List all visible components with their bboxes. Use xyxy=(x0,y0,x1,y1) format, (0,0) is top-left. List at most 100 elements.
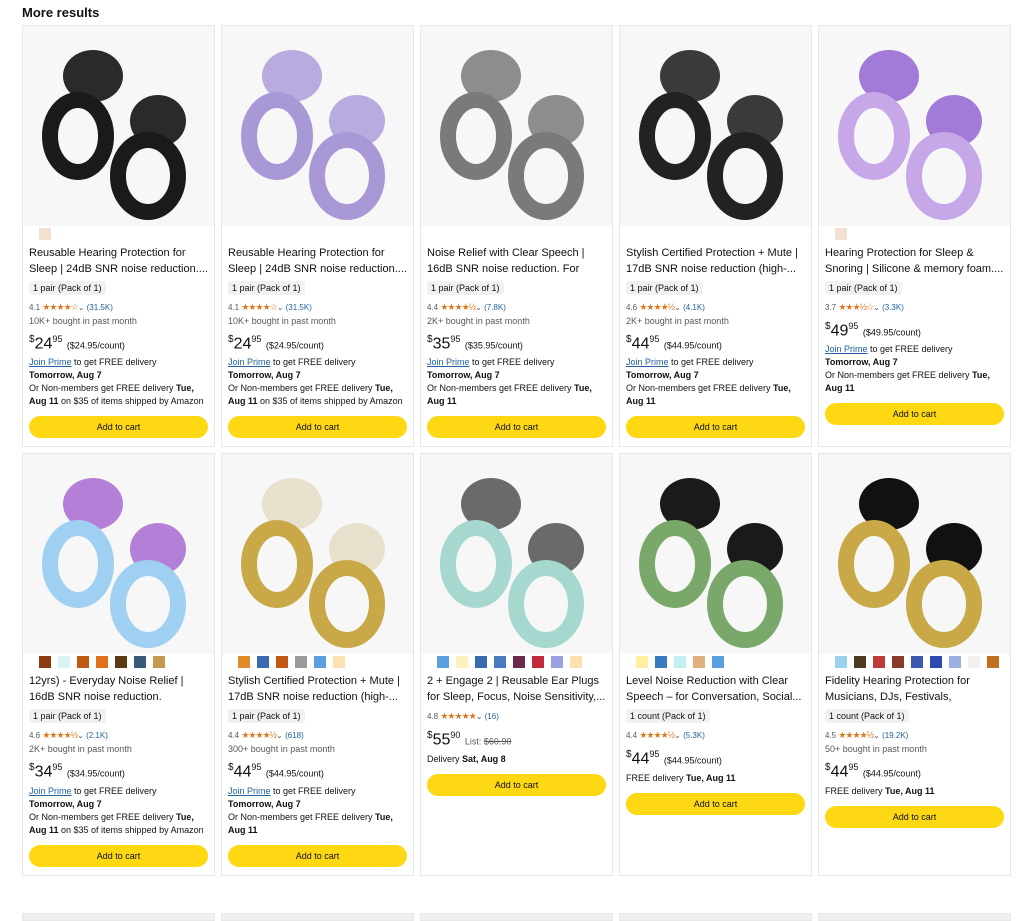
product-card[interactable]: 12yrs) - Everyday Noise Relief | 16dB SN… xyxy=(22,453,215,876)
color-swatch[interactable] xyxy=(115,656,127,669)
product-title[interactable]: Noise Relief with Clear Speech | 16dB SN… xyxy=(427,245,606,277)
color-swatch[interactable] xyxy=(238,656,250,669)
chevron-down-icon[interactable]: ⌄ xyxy=(77,731,84,740)
join-prime-link[interactable]: Join Prime xyxy=(228,786,271,796)
product-card[interactable]: 2 + Engage 2 | Reusable Ear Plugs for Sl… xyxy=(420,453,613,876)
color-swatch[interactable] xyxy=(494,656,506,669)
add-to-cart-button[interactable]: Add to cart xyxy=(29,844,208,867)
chevron-down-icon[interactable]: ⌄ xyxy=(475,303,482,312)
review-count-link[interactable]: (16) xyxy=(485,712,499,721)
product-image[interactable] xyxy=(222,26,413,226)
chevron-down-icon[interactable]: ⌄ xyxy=(78,303,85,312)
review-count-link[interactable]: (5.3K) xyxy=(683,731,705,740)
rating[interactable]: 4.4 ★★★★½⌄ (618) xyxy=(228,730,407,741)
color-swatch[interactable] xyxy=(58,656,70,669)
review-count-link[interactable]: (2.1K) xyxy=(86,731,108,740)
add-to-cart-button[interactable]: Add to cart xyxy=(29,416,208,439)
product-card[interactable]: Hearing Protection for Sleep & Snoring |… xyxy=(818,25,1011,448)
chevron-down-icon[interactable]: ⌄ xyxy=(873,303,880,312)
color-swatch[interactable] xyxy=(475,656,487,669)
product-card[interactable]: Level Noise Reduction with Clear Speech … xyxy=(619,453,812,876)
join-prime-link[interactable]: Join Prime xyxy=(228,357,271,367)
product-card[interactable]: Reusable Hearing Protection for Sleep | … xyxy=(221,25,414,448)
product-card[interactable]: Fidelity Hearing Protection for Musician… xyxy=(818,453,1011,876)
color-swatch[interactable] xyxy=(39,228,51,240)
add-to-cart-button[interactable]: Add to cart xyxy=(228,416,407,439)
rating[interactable]: 4.6 ★★★★½⌄ (2.1K) xyxy=(29,730,208,741)
color-swatch[interactable] xyxy=(551,656,563,669)
review-count-link[interactable]: (31.5K) xyxy=(286,303,312,312)
color-swatch[interactable] xyxy=(513,656,525,669)
review-count-link[interactable]: (31.5K) xyxy=(87,303,113,312)
review-count-link[interactable]: (19.2K) xyxy=(882,731,908,740)
color-swatch[interactable] xyxy=(636,656,648,669)
product-card[interactable]: Stylish Certified Protection + Mute | 17… xyxy=(619,25,812,448)
color-swatch[interactable] xyxy=(437,656,449,669)
product-image[interactable] xyxy=(421,26,612,226)
color-swatch[interactable] xyxy=(835,228,847,240)
product-title[interactable]: Reusable Hearing Protection for Sleep | … xyxy=(29,245,208,277)
review-count-link[interactable]: (618) xyxy=(285,731,304,740)
product-title[interactable]: 2 + Engage 2 | Reusable Ear Plugs for Sl… xyxy=(427,673,606,705)
product-image[interactable] xyxy=(620,26,811,226)
add-to-cart-button[interactable]: Add to cart xyxy=(626,416,805,439)
color-swatch[interactable] xyxy=(835,656,847,669)
color-swatch[interactable] xyxy=(456,656,468,669)
join-prime-link[interactable]: Join Prime xyxy=(29,786,72,796)
join-prime-link[interactable]: Join Prime xyxy=(825,344,868,354)
color-swatch[interactable] xyxy=(96,656,108,669)
add-to-cart-button[interactable]: Add to cart xyxy=(427,773,606,796)
product-image[interactable] xyxy=(421,454,612,655)
rating[interactable]: 4.4 ★★★★½⌄ (7.8K) xyxy=(427,302,606,313)
chevron-down-icon[interactable]: ⌄ xyxy=(674,731,681,740)
add-to-cart-button[interactable]: Add to cart xyxy=(228,844,407,867)
review-count-link[interactable]: (7.8K) xyxy=(484,303,506,312)
rating[interactable]: 4.8 ★★★★★⌄ (16) xyxy=(427,711,606,722)
color-swatch[interactable] xyxy=(295,656,307,669)
color-swatch[interactable] xyxy=(892,656,904,669)
color-swatch[interactable] xyxy=(930,656,942,669)
color-swatch[interactable] xyxy=(39,656,51,669)
join-prime-link[interactable]: Join Prime xyxy=(427,357,470,367)
color-swatch[interactable] xyxy=(134,656,146,669)
rating[interactable]: 4.5 ★★★★½⌄ (19.2K) xyxy=(825,730,1004,741)
color-swatch[interactable] xyxy=(911,656,923,669)
product-card[interactable]: Noise Relief with Clear Speech | 16dB SN… xyxy=(420,25,613,448)
add-to-cart-button[interactable]: Add to cart xyxy=(825,805,1004,828)
add-to-cart-button[interactable]: Add to cart xyxy=(626,792,805,815)
rating[interactable]: 4.1 ★★★★☆⌄ (31.5K) xyxy=(228,302,407,313)
product-title[interactable]: Level Noise Reduction with Clear Speech … xyxy=(626,673,805,705)
join-prime-link[interactable]: Join Prime xyxy=(626,357,669,367)
rating[interactable]: 4.4 ★★★★½⌄ (5.3K) xyxy=(626,730,805,741)
chevron-down-icon[interactable]: ⌄ xyxy=(476,712,483,721)
review-count-link[interactable]: (4.1K) xyxy=(683,303,705,312)
product-card[interactable]: Stylish Certified Protection + Mute | 17… xyxy=(221,453,414,876)
chevron-down-icon[interactable]: ⌄ xyxy=(873,731,880,740)
rating[interactable]: 4.6 ★★★★½⌄ (4.1K) xyxy=(626,302,805,313)
color-swatch[interactable] xyxy=(532,656,544,669)
rating[interactable]: 3.7 ★★★½☆⌄ (3.3K) xyxy=(825,302,1004,313)
add-to-cart-button[interactable]: Add to cart xyxy=(427,416,606,439)
product-image[interactable] xyxy=(23,26,214,226)
color-swatch[interactable] xyxy=(333,656,345,669)
color-swatch[interactable] xyxy=(712,656,724,669)
product-image[interactable] xyxy=(23,454,214,655)
product-image[interactable] xyxy=(819,26,1010,226)
color-swatch[interactable] xyxy=(854,656,866,669)
color-swatch[interactable] xyxy=(276,656,288,669)
product-card[interactable]: Reusable Hearing Protection for Sleep | … xyxy=(22,25,215,448)
product-title[interactable]: Reusable Hearing Protection for Sleep | … xyxy=(228,245,407,277)
color-swatch[interactable] xyxy=(873,656,885,669)
add-to-cart-button[interactable]: Add to cart xyxy=(825,403,1004,426)
product-image[interactable] xyxy=(620,454,811,655)
product-title[interactable]: Hearing Protection for Sleep & Snoring |… xyxy=(825,245,1004,277)
color-swatch[interactable] xyxy=(655,656,667,669)
color-swatch[interactable] xyxy=(949,656,961,669)
color-swatch[interactable] xyxy=(693,656,705,669)
color-swatch[interactable] xyxy=(987,656,999,669)
product-image[interactable] xyxy=(222,454,413,655)
color-swatch[interactable] xyxy=(257,656,269,669)
chevron-down-icon[interactable]: ⌄ xyxy=(674,303,681,312)
product-title[interactable]: Stylish Certified Protection + Mute | 17… xyxy=(228,673,407,705)
color-swatch[interactable] xyxy=(314,656,326,669)
